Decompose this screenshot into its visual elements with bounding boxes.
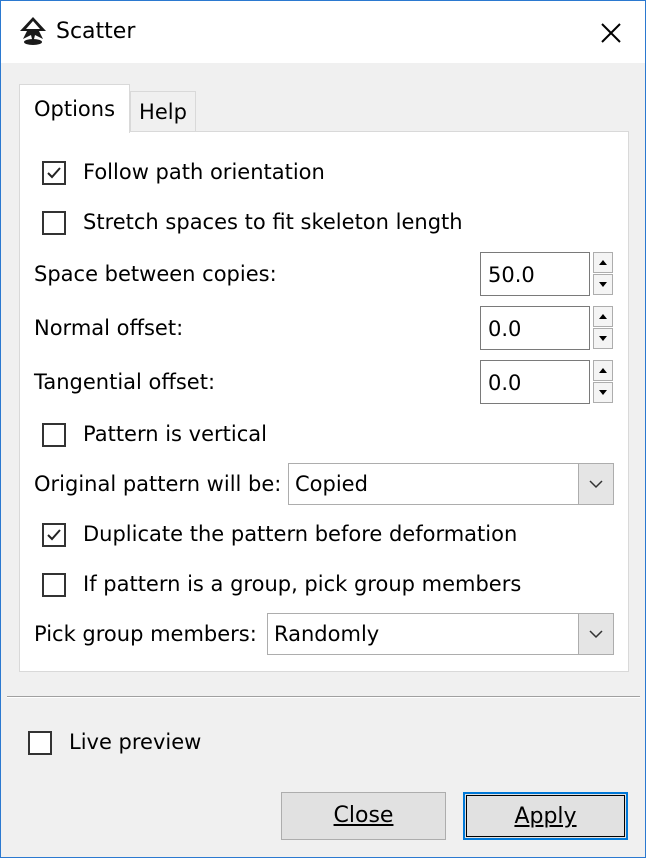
space-between-up[interactable] — [593, 252, 613, 273]
arrow-down-icon — [599, 282, 607, 287]
chevron-down-icon — [589, 630, 603, 639]
group-members-label: If pattern is a group, pick group member… — [83, 572, 522, 596]
title-bar: Scatter — [1, 1, 645, 63]
tangential-offset-down[interactable] — [593, 382, 613, 403]
normal-offset-label: Normal offset: — [34, 316, 184, 340]
stretch-spaces-label: Stretch spaces to fit skeleton length — [83, 210, 463, 234]
pick-group-label: Pick group members: — [34, 622, 257, 646]
scatter-dialog: Scatter Options Help Follow path orienta… — [0, 0, 646, 858]
checkmark-icon — [47, 529, 61, 541]
tab-options[interactable]: Options — [19, 84, 130, 133]
stretch-spaces-checkbox[interactable] — [42, 211, 66, 235]
arrow-up-icon — [599, 368, 607, 373]
apply-button-label: Apply — [514, 804, 577, 829]
pattern-vertical-checkbox[interactable] — [42, 423, 66, 447]
original-pattern-label: Original pattern will be: — [34, 472, 282, 496]
options-panel: Follow path orientation Stretch spaces t… — [19, 131, 629, 672]
tangential-offset-label: Tangential offset: — [34, 370, 216, 394]
group-members-checkbox[interactable] — [42, 573, 66, 597]
chevron-down-icon — [589, 480, 603, 489]
pattern-vertical-label: Pattern is vertical — [83, 422, 267, 446]
close-button[interactable]: Close — [281, 792, 446, 840]
original-pattern-dropdown[interactable] — [578, 464, 613, 504]
normal-offset-down[interactable] — [593, 328, 613, 349]
duplicate-pattern-checkbox[interactable] — [42, 523, 66, 547]
apply-button[interactable]: Apply — [463, 792, 628, 840]
checkmark-icon — [47, 167, 61, 179]
live-preview-label: Live preview — [69, 730, 202, 754]
close-window-icon[interactable] — [593, 15, 629, 51]
follow-path-label: Follow path orientation — [83, 160, 325, 184]
pick-group-dropdown[interactable] — [578, 614, 613, 654]
original-pattern-select[interactable]: Copied — [288, 463, 614, 505]
normal-offset-input[interactable]: 0.0 — [480, 306, 590, 350]
pick-group-value: Randomly — [274, 622, 380, 646]
divider — [7, 696, 640, 698]
pick-group-select[interactable]: Randomly — [267, 613, 614, 655]
tangential-offset-input[interactable]: 0.0 — [480, 360, 590, 404]
close-button-label: Close — [333, 803, 394, 828]
arrow-up-icon — [599, 260, 607, 265]
tangential-offset-up[interactable] — [593, 360, 613, 381]
arrow-down-icon — [599, 390, 607, 395]
inkscape-logo-icon — [20, 17, 46, 45]
follow-path-checkbox[interactable] — [42, 161, 66, 185]
original-pattern-value: Copied — [295, 472, 368, 496]
space-between-label: Space between copies: — [34, 262, 277, 286]
space-between-input[interactable]: 50.0 — [480, 252, 590, 296]
tab-help[interactable]: Help — [130, 91, 196, 131]
window-title: Scatter — [56, 19, 136, 44]
duplicate-pattern-label: Duplicate the pattern before deformation — [83, 522, 518, 546]
live-preview-checkbox[interactable] — [28, 731, 52, 755]
normal-offset-up[interactable] — [593, 306, 613, 327]
arrow-up-icon — [599, 314, 607, 319]
arrow-down-icon — [599, 336, 607, 341]
space-between-down[interactable] — [593, 274, 613, 295]
